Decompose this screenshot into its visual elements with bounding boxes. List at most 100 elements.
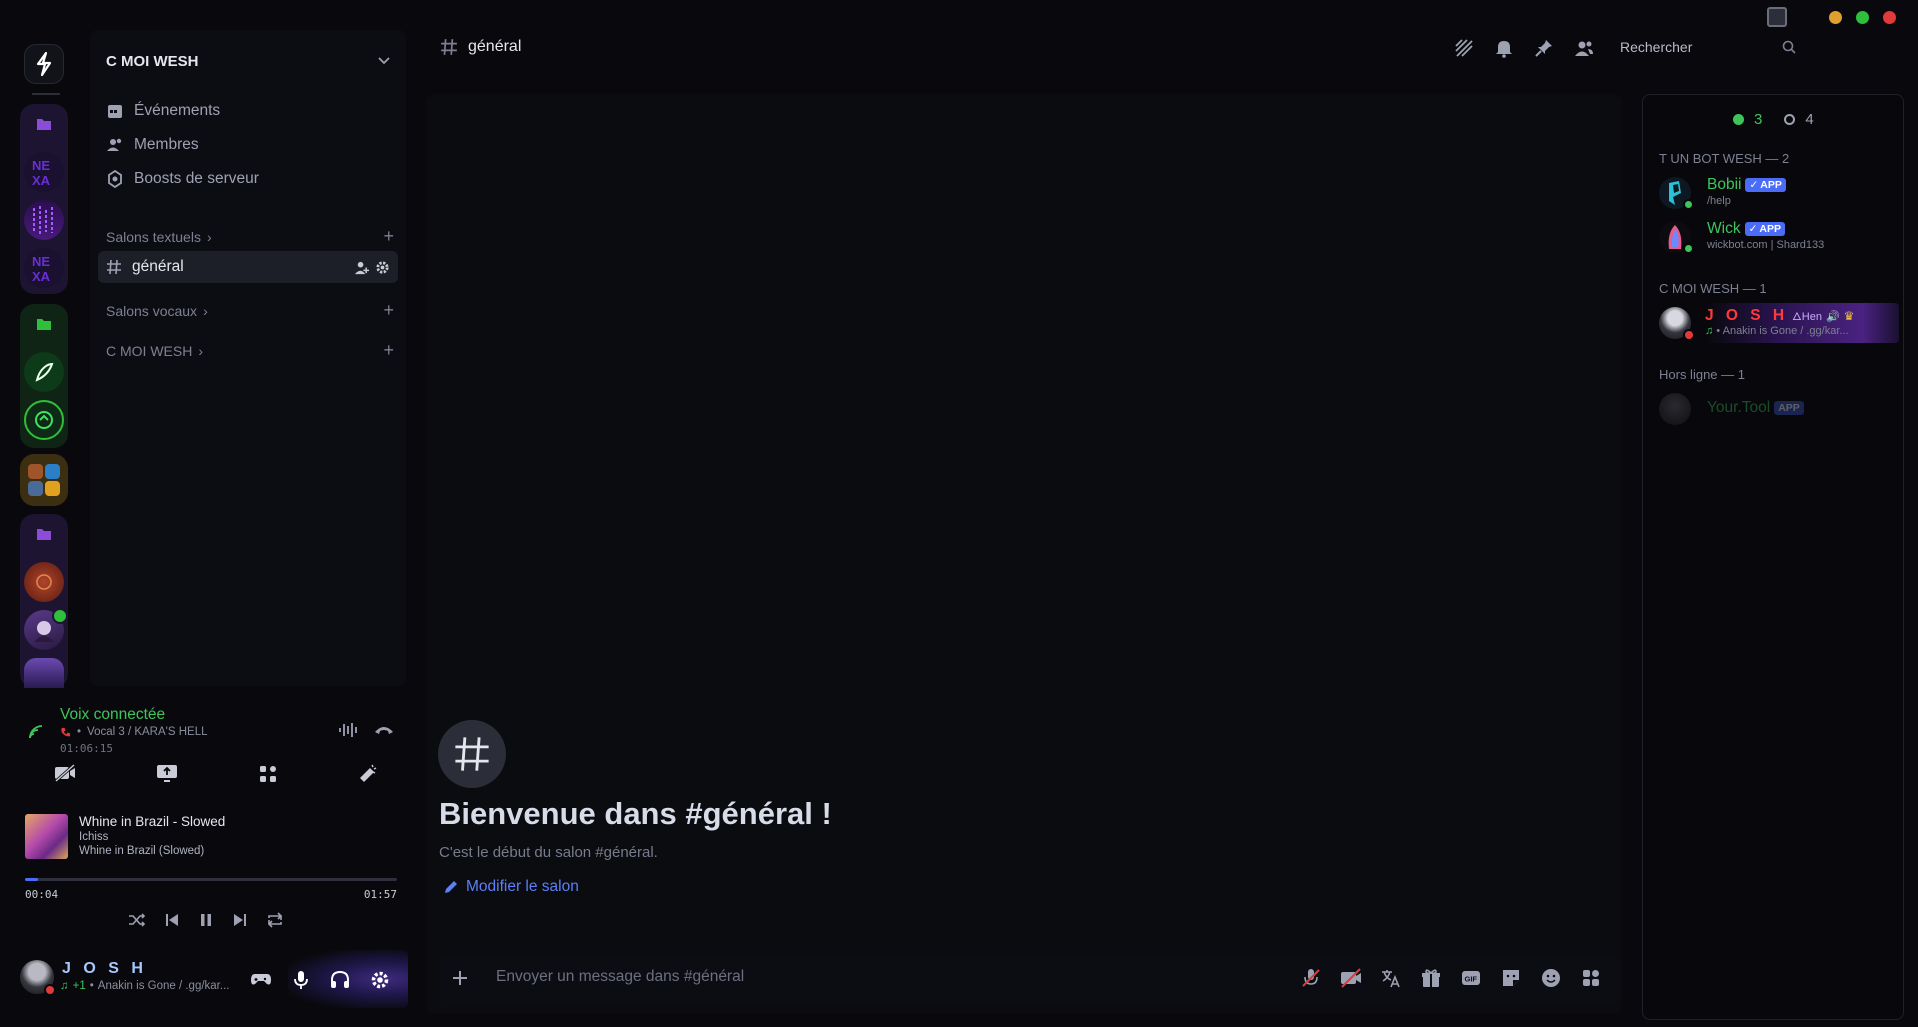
music-player: Whine in Brazil - Slowed Ichiss Whine in…	[20, 808, 406, 938]
topbar-icons	[1454, 38, 1594, 58]
server-folder-purple-2[interactable]	[20, 514, 68, 688]
server-leaf-icon[interactable]	[24, 352, 64, 392]
music-note-icon: ♫	[60, 980, 69, 992]
progress-bar[interactable]	[25, 878, 397, 881]
channel-topbar: général Rechercher	[426, 28, 1796, 68]
calendar-icon	[108, 105, 122, 118]
gift-icon[interactable]	[1420, 967, 1442, 989]
server-folder-yellow[interactable]	[20, 454, 68, 506]
member-group-title: C MOI WESH — 1	[1659, 281, 1767, 296]
boosts-item[interactable]: Boosts de serveur	[106, 170, 259, 188]
invite-icon[interactable]	[354, 260, 369, 275]
music-note-icon: ♫	[1705, 325, 1714, 337]
add-channel-icon[interactable]: +	[383, 300, 394, 321]
activities-icon[interactable]	[258, 764, 278, 784]
server-matrix-icon[interactable]	[24, 200, 64, 240]
maximize-button[interactable]	[1856, 10, 1869, 24]
member-row[interactable]: Wick ✓ APP wickbot.com | Shard133	[1657, 217, 1899, 257]
disconnect-icon[interactable]	[374, 724, 394, 736]
online-status-icon	[1683, 199, 1694, 210]
screen-share-icon[interactable]	[156, 764, 178, 782]
mic-off-icon[interactable]	[1300, 967, 1322, 989]
voice-panel: Voix connectée • Vocal 3 / KARA'S HELL 0…	[20, 700, 406, 800]
voice-channel-info[interactable]: • Vocal 3 / KARA'S HELL	[60, 726, 207, 738]
category-voice-label: Salons vocaux	[106, 302, 198, 319]
message-composer: Envoyer un message dans #général GIF	[440, 954, 1620, 1004]
member-status: /help	[1707, 195, 1731, 207]
chevron-down-icon	[378, 57, 390, 65]
phone-icon	[61, 727, 71, 736]
user-status[interactable]: ♫ +1 • Anakin is Gone / .gg/kar...	[60, 980, 229, 992]
pause-icon[interactable]	[198, 912, 214, 928]
search-box[interactable]: Rechercher	[1606, 32, 1806, 62]
category-text[interactable]: Salons textuels › +	[106, 226, 394, 247]
server-folder-purple[interactable]: NE XA NE XA	[20, 104, 68, 294]
player-controls	[128, 912, 284, 928]
boost-icon	[108, 170, 122, 188]
headphones-icon[interactable]	[330, 970, 350, 990]
user-settings-icon[interactable]	[370, 970, 390, 990]
window-controls	[1767, 7, 1896, 27]
previous-icon[interactable]	[164, 912, 180, 928]
server-anime-icon[interactable]	[24, 608, 68, 650]
server-red-icon[interactable]	[24, 562, 64, 602]
user-name[interactable]: J O S H	[62, 960, 147, 978]
album-art[interactable]	[25, 814, 68, 859]
member-row[interactable]: Bobii ✓ APP /help	[1657, 173, 1899, 213]
gamepad-icon[interactable]	[250, 970, 272, 988]
next-icon[interactable]	[232, 912, 248, 928]
add-channel-icon[interactable]: +	[383, 226, 394, 247]
pencil-icon	[445, 881, 457, 893]
category-custom[interactable]: C MOI WESH › +	[106, 340, 394, 361]
attach-plus-icon[interactable]	[450, 968, 470, 988]
add-channel-icon[interactable]: +	[383, 340, 394, 361]
server-games-icon[interactable]	[24, 460, 64, 500]
track-artist[interactable]: Ichiss	[79, 831, 108, 843]
member-group-title: T UN BOT WESH — 2	[1659, 151, 1790, 166]
server-recycle-icon[interactable]	[24, 400, 64, 440]
server-nexa-icon[interactable]: NE XA	[24, 152, 64, 192]
microphone-icon[interactable]	[292, 970, 310, 990]
guild-header[interactable]: C MOI WESH	[106, 50, 390, 72]
edit-channel-link[interactable]: Modifier le salon	[444, 878, 579, 896]
channel-sidebar: C MOI WESH Événements Membres Boosts de …	[90, 30, 406, 686]
close-button[interactable]	[1883, 10, 1896, 24]
pin-icon[interactable]	[1534, 38, 1554, 58]
member-list-icon[interactable]	[1574, 38, 1594, 58]
server-castle-icon[interactable]	[24, 658, 64, 688]
settings-gear-icon[interactable]	[375, 260, 390, 275]
minimize-button[interactable]	[1829, 10, 1842, 24]
inbox-icon[interactable]	[1767, 7, 1787, 27]
threads-icon[interactable]	[1454, 38, 1474, 58]
track-album[interactable]: Whine in Brazil (Slowed)	[79, 845, 204, 857]
repeat-icon[interactable]	[266, 912, 284, 928]
member-row[interactable]: J O S H 🜂Hen 🔊 ♛ ♫ • Anakin is Gone / .g…	[1657, 303, 1899, 343]
soundboard-icon[interactable]	[358, 764, 378, 784]
edit-channel-label: Modifier le salon	[466, 878, 579, 895]
emoji-icon[interactable]	[1540, 967, 1562, 989]
channel-general[interactable]: général	[98, 251, 398, 283]
camera-off-icon[interactable]	[54, 764, 76, 782]
member-row[interactable]: Your.Tool APP	[1657, 389, 1899, 429]
category-voice[interactable]: Salons vocaux › +	[106, 300, 394, 321]
message-input[interactable]: Envoyer un message dans #général	[496, 968, 744, 986]
crown-icon: ♛	[1843, 309, 1855, 323]
bell-icon[interactable]	[1494, 38, 1514, 58]
server-folder-green[interactable]	[20, 304, 68, 448]
translate-icon[interactable]	[1380, 967, 1402, 989]
svg-text:NE: NE	[32, 158, 50, 173]
server-nexa-2-icon[interactable]: NE XA	[24, 248, 64, 288]
video-off-icon[interactable]	[1340, 967, 1362, 989]
sticker-icon[interactable]	[1500, 967, 1522, 989]
waveform-icon[interactable]	[338, 722, 358, 738]
voice-elapsed: 01:06:15	[60, 742, 113, 755]
apps-icon[interactable]	[1580, 967, 1602, 989]
shuffle-icon[interactable]	[128, 912, 146, 928]
track-title[interactable]: Whine in Brazil - Slowed	[79, 814, 225, 829]
events-item[interactable]: Événements	[106, 102, 220, 120]
folder-icon	[24, 514, 64, 554]
home-button[interactable]	[24, 44, 64, 84]
gif-icon[interactable]: GIF	[1460, 967, 1482, 989]
members-item[interactable]: Membres	[106, 136, 199, 154]
boosts-label: Boosts de serveur	[134, 170, 259, 187]
